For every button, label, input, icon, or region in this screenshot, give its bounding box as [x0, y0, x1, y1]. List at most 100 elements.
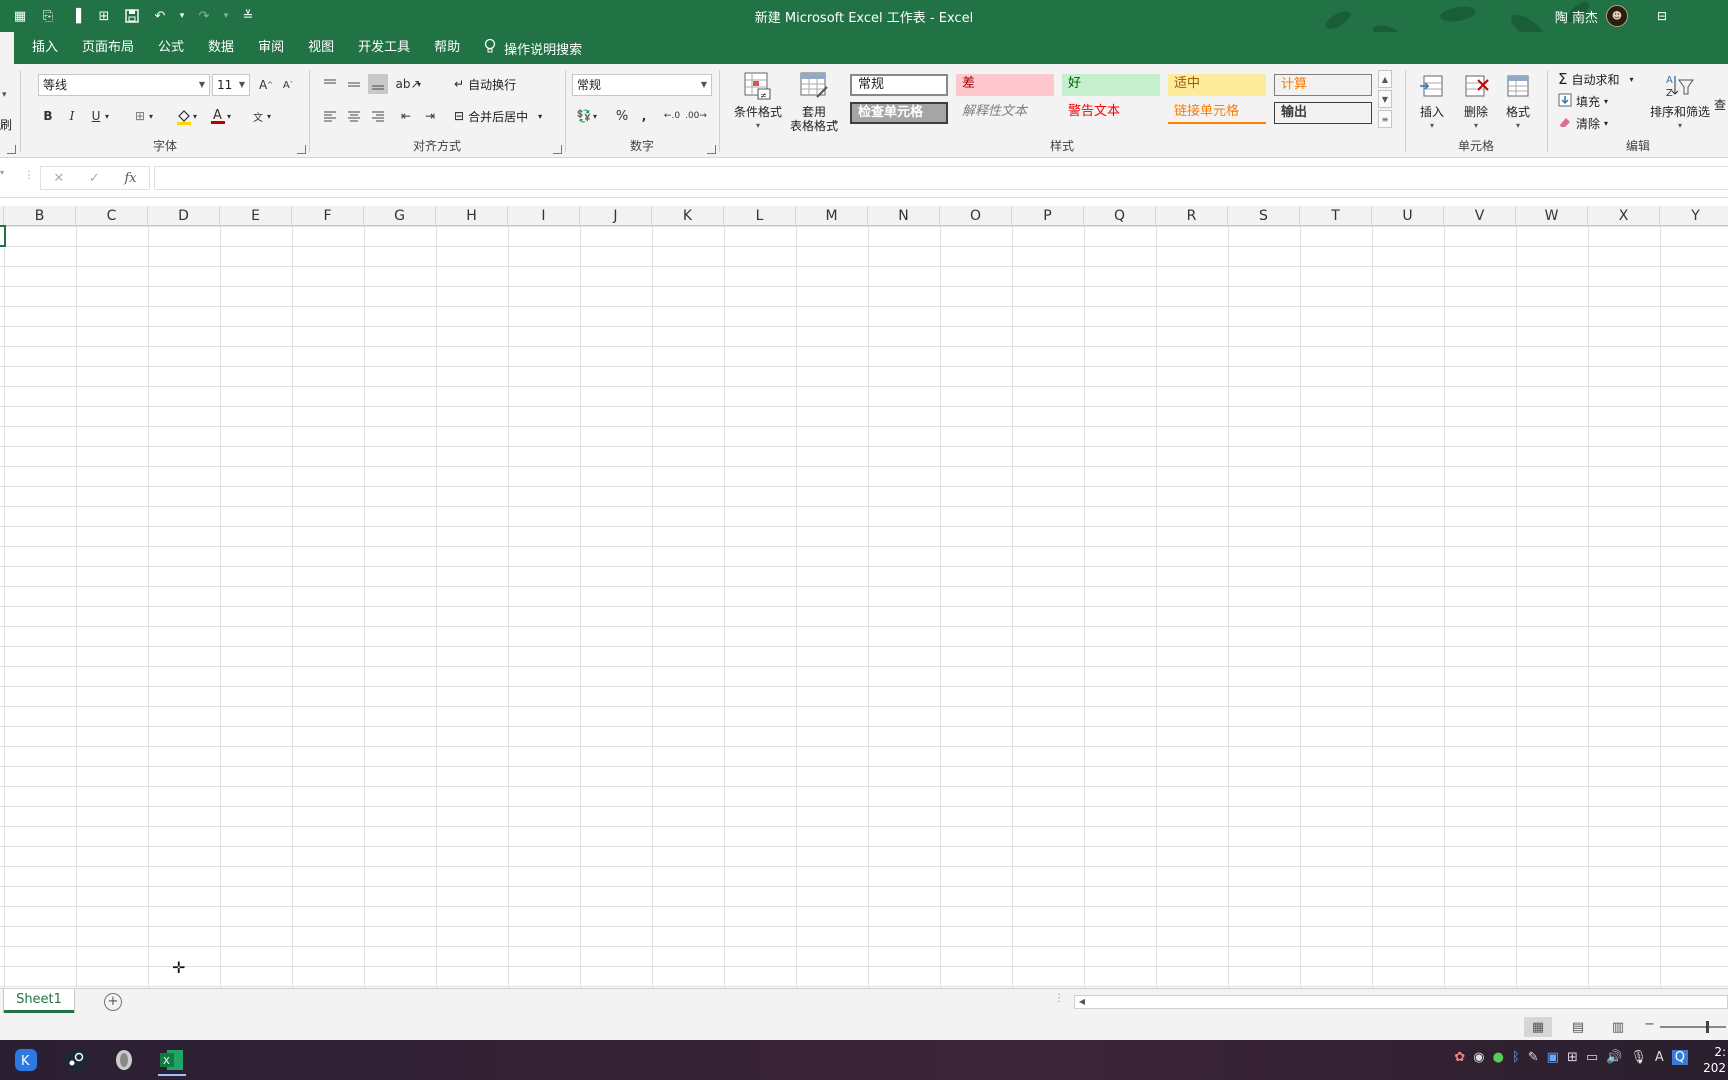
- enter-icon[interactable]: ✓: [89, 171, 100, 186]
- chevron-down-icon[interactable]: ▾: [190, 106, 200, 126]
- chevron-down-icon[interactable]: ▾: [146, 106, 156, 126]
- column-header[interactable]: J: [580, 206, 652, 226]
- column-header[interactable]: L: [724, 206, 796, 226]
- insert-function-icon[interactable]: fx: [124, 171, 136, 186]
- chevron-down-icon[interactable]: ▾: [834, 118, 838, 127]
- decrease-indent-icon[interactable]: ⇤: [396, 106, 416, 126]
- formula-input[interactable]: [154, 166, 1728, 190]
- italic-icon[interactable]: I: [62, 106, 82, 126]
- column-header[interactable]: B: [4, 206, 76, 226]
- column-header[interactable]: V: [1444, 206, 1516, 226]
- tell-me-search[interactable]: 操作说明搜索: [472, 38, 594, 58]
- tray-display-icon[interactable]: ▣: [1547, 1050, 1559, 1065]
- column-header[interactable]: I: [508, 206, 580, 226]
- gallery-more-icon[interactable]: ≡: [1378, 110, 1392, 128]
- gallery-scroll-up-icon[interactable]: ▲: [1378, 70, 1392, 88]
- chevron-down-icon[interactable]: ▾: [2, 90, 7, 100]
- style-calculation[interactable]: 计算: [1274, 74, 1372, 96]
- tab-split-grip-icon[interactable]: ⋮: [1054, 993, 1064, 1004]
- zoom-slider[interactable]: [1660, 1026, 1726, 1028]
- tab-help[interactable]: 帮助: [422, 32, 472, 64]
- align-top-icon[interactable]: [320, 74, 340, 94]
- chevron-down-icon[interactable]: ▾: [224, 106, 234, 126]
- style-output[interactable]: 输出: [1274, 102, 1372, 124]
- align-left-icon[interactable]: [320, 106, 340, 126]
- style-neutral[interactable]: 适中: [1168, 74, 1266, 96]
- tray-q-icon[interactable]: Q: [1671, 1050, 1688, 1065]
- chevron-down-icon[interactable]: ▾: [264, 106, 274, 126]
- column-header[interactable]: Y: [1660, 206, 1728, 226]
- column-header[interactable]: G: [364, 206, 436, 226]
- tab-insert[interactable]: 插入: [20, 32, 70, 64]
- tab-developer[interactable]: 开发工具: [346, 32, 422, 64]
- tab-review[interactable]: 审阅: [246, 32, 296, 64]
- page-break-view-icon[interactable]: ▥: [1604, 1017, 1632, 1037]
- bold-icon[interactable]: B: [38, 106, 58, 126]
- style-linked-cell[interactable]: 链接单元格: [1168, 102, 1266, 124]
- page-layout-view-icon[interactable]: ▤: [1564, 1017, 1592, 1037]
- autosum-button[interactable]: Σ 自动求和 ▾: [1558, 68, 1634, 90]
- number-format-box[interactable]: 常规 ▼: [572, 74, 712, 96]
- cells-area[interactable]: [0, 226, 1728, 988]
- tray-green-icon[interactable]: ●: [1493, 1050, 1504, 1065]
- avatar[interactable]: ☻: [1606, 5, 1628, 27]
- increase-decimal-icon[interactable]: ←.0: [662, 106, 682, 126]
- increase-indent-icon[interactable]: ⇥: [420, 106, 440, 126]
- column-header[interactable]: W: [1516, 206, 1588, 226]
- gallery-scroll-down-icon[interactable]: ▼: [1378, 90, 1392, 108]
- name-box-dropdown-icon[interactable]: ▾: [0, 168, 4, 177]
- tray-app-icon[interactable]: ✿: [1454, 1050, 1465, 1065]
- tab-page-layout[interactable]: 页面布局: [70, 32, 146, 64]
- normal-view-icon[interactable]: ▦: [1524, 1017, 1552, 1037]
- column-header[interactable]: R: [1156, 206, 1228, 226]
- find-select-label[interactable]: 查: [1714, 96, 1726, 113]
- tab-data[interactable]: 数据: [196, 32, 246, 64]
- chevron-down-icon[interactable]: ▾: [102, 106, 112, 126]
- excel-app-icon[interactable]: X: [154, 1044, 190, 1076]
- style-check-cell[interactable]: 检查单元格: [850, 102, 948, 124]
- delete-cells-button[interactable]: 删除 ▾: [1454, 70, 1498, 133]
- decrease-font-icon[interactable]: Aˇ: [278, 75, 298, 95]
- column-header[interactable]: E: [220, 206, 292, 226]
- align-center-icon[interactable]: [344, 106, 364, 126]
- conditional-formatting-button[interactable]: ≠ 条件格式 ▾: [730, 70, 786, 133]
- fill-button[interactable]: 填充 ▾: [1558, 90, 1608, 112]
- column-header[interactable]: X: [1588, 206, 1660, 226]
- column-header[interactable]: U: [1372, 206, 1444, 226]
- column-header[interactable]: C: [76, 206, 148, 226]
- align-right-icon[interactable]: [368, 106, 388, 126]
- column-header[interactable]: F: [292, 206, 364, 226]
- microphone-icon[interactable]: 🎙: [1630, 1050, 1647, 1065]
- chevron-down-icon[interactable]: ▾: [590, 106, 600, 126]
- user-account[interactable]: 陶 南杰 ☻: [1555, 4, 1628, 28]
- column-header[interactable]: T: [1300, 206, 1372, 226]
- insert-cells-button[interactable]: 插入 ▾: [1410, 70, 1454, 133]
- launcher-app-icon[interactable]: K: [8, 1044, 44, 1076]
- column-header[interactable]: Q: [1084, 206, 1156, 226]
- merge-center-button[interactable]: ⊟ 合并后居中 ▾: [454, 105, 542, 127]
- column-header-partial[interactable]: [0, 206, 4, 226]
- style-normal[interactable]: 常规: [850, 74, 948, 96]
- align-middle-icon[interactable]: [344, 74, 364, 94]
- cancel-icon[interactable]: ✕: [53, 171, 64, 186]
- zoom-out-icon[interactable]: −: [1644, 1017, 1655, 1032]
- taskbar-clock[interactable]: 2: 202: [1703, 1044, 1726, 1076]
- increase-font-icon[interactable]: A ^: [256, 75, 276, 95]
- chevron-down-icon[interactable]: ▾: [414, 74, 424, 94]
- ime-icon[interactable]: A: [1655, 1050, 1664, 1065]
- column-header[interactable]: H: [436, 206, 508, 226]
- tab-formulas[interactable]: 公式: [146, 32, 196, 64]
- column-header[interactable]: K: [652, 206, 724, 226]
- comma-style-icon[interactable]: ,: [634, 106, 654, 126]
- tray-steam-icon[interactable]: ◉: [1473, 1050, 1484, 1065]
- style-bad[interactable]: 差: [956, 74, 1054, 96]
- worksheet-grid[interactable]: BCDEFGHIJKLMNOPQRSTUVWXY ✛: [0, 198, 1728, 988]
- zoom-slider-thumb[interactable]: [1706, 1021, 1709, 1033]
- volume-icon[interactable]: 🔊: [1606, 1050, 1622, 1065]
- font-size-box[interactable]: 11 ▼: [212, 74, 250, 96]
- style-good[interactable]: 好: [1062, 74, 1160, 96]
- column-header[interactable]: D: [148, 206, 220, 226]
- horizontal-scrollbar[interactable]: [1074, 995, 1728, 1009]
- format-cells-button[interactable]: 格式 ▾: [1496, 70, 1540, 133]
- media-app-icon[interactable]: [106, 1044, 142, 1076]
